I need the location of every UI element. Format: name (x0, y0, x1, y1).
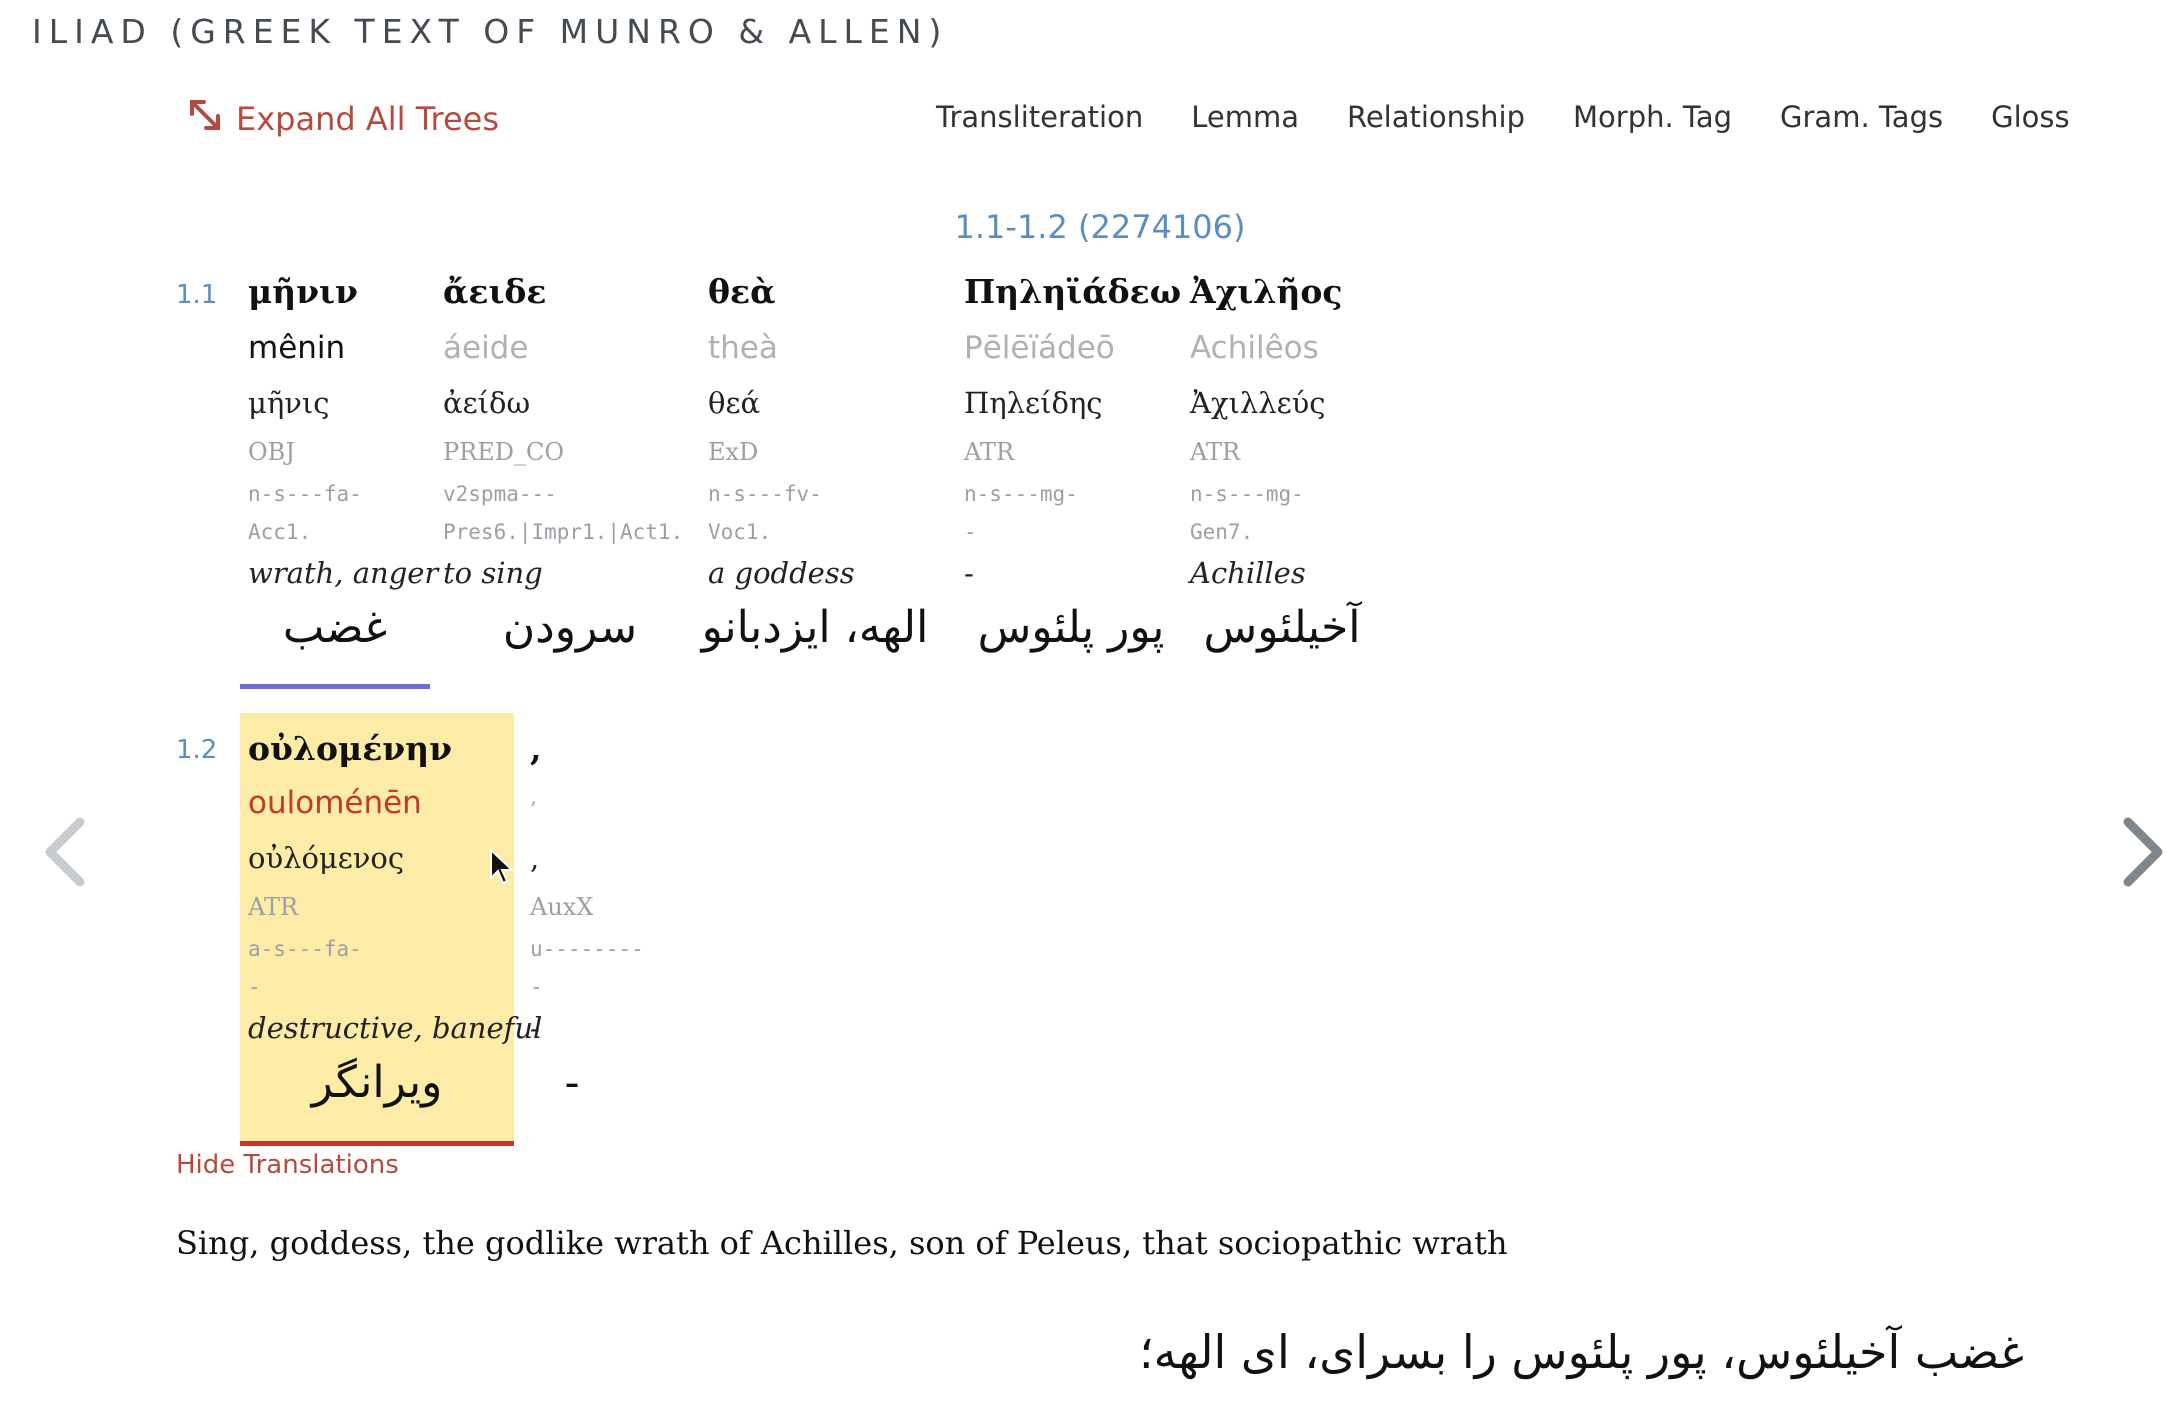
morph-tag: n-s---mg- (964, 482, 1078, 506)
persian-translation: - (564, 1057, 580, 1108)
transliteration: áeide (443, 330, 529, 366)
mouse-pointer-icon (489, 847, 515, 886)
chevron-left-icon (40, 817, 90, 896)
gram-tags: Gen7. (1190, 520, 1254, 544)
relationship: ATR (964, 438, 1015, 466)
persian-full-translation: غضب آخیلئوس، پور پلئوس را بسرای، ای الهه… (1139, 1325, 2024, 1379)
transliteration: Pēlēïádeō (964, 330, 1115, 366)
morph-tag: u-------- (530, 937, 644, 961)
gloss: Achilles (1190, 556, 1306, 590)
relationship: PRED_CO (443, 438, 565, 466)
greek-word: Πηληϊάδεω (964, 272, 1182, 311)
greek-word: , (530, 729, 542, 768)
gram-tags: - (248, 975, 261, 999)
word-token-selected[interactable]: οὐλομένην ouloménēn οὐλόμενος ATR a-s---… (240, 713, 542, 1149)
display-toggles: Transliteration Lemma Relationship Morph… (936, 100, 2070, 134)
greek-word: θεὰ (708, 272, 776, 311)
greek-word: Ἀχιλῆος (1190, 272, 1343, 311)
relationship: ATR (248, 893, 299, 921)
persian-translation: غضب (282, 602, 388, 653)
lemma: μῆνις (248, 386, 330, 420)
previous-passage-button[interactable] (40, 812, 90, 892)
lemma: ἀείδω (443, 386, 531, 420)
hide-translations-link[interactable]: Hide Translations (176, 1150, 399, 1180)
gloss: - (530, 1011, 540, 1045)
transliteration: Achilêos (1190, 330, 1319, 366)
toggle-lemma[interactable]: Lemma (1191, 100, 1299, 134)
lemma: οὐλόμενος (248, 841, 405, 875)
expand-all-trees-label: Expand All Trees (236, 100, 500, 138)
active-word-underline (240, 684, 430, 689)
gram-tags: Pres6.|Impr1.|Act1. (443, 520, 684, 544)
line-number[interactable]: 1.2 (176, 735, 217, 765)
transliteration: theà (708, 330, 778, 366)
expand-arrows-icon (186, 96, 224, 142)
morph-tag: a-s---fa- (248, 937, 362, 961)
transliteration: , (530, 785, 537, 810)
toggle-transliteration[interactable]: Transliteration (936, 100, 1143, 134)
chevron-right-icon (2118, 817, 2168, 896)
gram-tags: - (964, 520, 977, 544)
lemma: Πηλείδης (964, 386, 1103, 420)
relationship: OBJ (248, 438, 295, 466)
gram-tags: Voc1. (708, 520, 772, 544)
persian-translation: آخیلئوس (1203, 602, 1361, 653)
expand-all-trees-button[interactable]: Expand All Trees (186, 96, 499, 142)
word-token[interactable]: , , , AuxX u-------- - - - (522, 713, 682, 1149)
relationship: AuxX (530, 893, 594, 921)
word-token[interactable]: θεὰ theà θεά ExD n-s---fv- Voc1. a godde… (700, 272, 960, 692)
gloss: wrath, anger (248, 556, 439, 590)
word-token[interactable]: μῆνιν mênin μῆνις OBJ n-s---fa- Acc1. wr… (240, 272, 438, 692)
transliteration: ouloménēn (248, 785, 422, 821)
persian-translation: الهه، ایزدبانو (701, 602, 929, 653)
morph-tag: n-s---mg- (1190, 482, 1304, 506)
relationship: ATR (1190, 438, 1241, 466)
selected-word-underline (240, 1141, 514, 1146)
next-passage-button[interactable] (2118, 812, 2168, 892)
word-token[interactable]: Ἀχιλῆος Achilêos Ἀχιλλεύς ATR n-s---mg- … (1182, 272, 1382, 692)
relationship: ExD (708, 438, 759, 466)
greek-word: οὐλομένην (248, 729, 453, 768)
persian-translation: سرودن (502, 602, 638, 653)
gram-tags: - (530, 975, 543, 999)
persian-translation: ویرانگر (311, 1057, 443, 1108)
morph-tag: v2spma--- (443, 482, 557, 506)
gloss: a goddess (708, 556, 855, 590)
word-token[interactable]: Πηληϊάδεω Pēlēïádeō Πηλείδης ATR n-s---m… (956, 272, 1186, 692)
greek-word: ἄειδε (443, 272, 547, 311)
lemma: Ἀχιλλεύς (1190, 386, 1326, 420)
transliteration: mênin (248, 330, 346, 366)
word-token[interactable]: ἄειδε áeide ἀείδω PRED_CO v2spma--- Pres… (435, 272, 705, 692)
line-number[interactable]: 1.1 (176, 280, 217, 310)
toggle-relationship[interactable]: Relationship (1347, 100, 1525, 134)
gloss: to sing (443, 556, 543, 590)
toggle-gram-tags[interactable]: Gram. Tags (1780, 100, 1943, 134)
lemma: , (530, 841, 540, 875)
morph-tag: n-s---fv- (708, 482, 822, 506)
greek-word: μῆνιν (248, 272, 358, 311)
passage-reference-link[interactable]: 1.1-1.2 (2274106) (0, 208, 2174, 246)
gloss: destructive, baneful (248, 1011, 543, 1045)
lemma: θεά (708, 386, 761, 420)
gram-tags: Acc1. (248, 520, 312, 544)
passage-reference[interactable]: 1.1-1.2 (2274106) (955, 208, 1246, 246)
gloss: - (964, 556, 974, 590)
persian-translation: پور پلئوس (977, 602, 1165, 653)
morph-tag: n-s---fa- (248, 482, 362, 506)
page-title: ILIAD (GREEK TEXT OF MUNRO & ALLEN) (32, 12, 949, 51)
toggle-gloss[interactable]: Gloss (1991, 100, 2070, 134)
toggle-morph-tag[interactable]: Morph. Tag (1573, 100, 1732, 134)
english-translation: Sing, goddess, the godlike wrath of Achi… (176, 1224, 1508, 1262)
